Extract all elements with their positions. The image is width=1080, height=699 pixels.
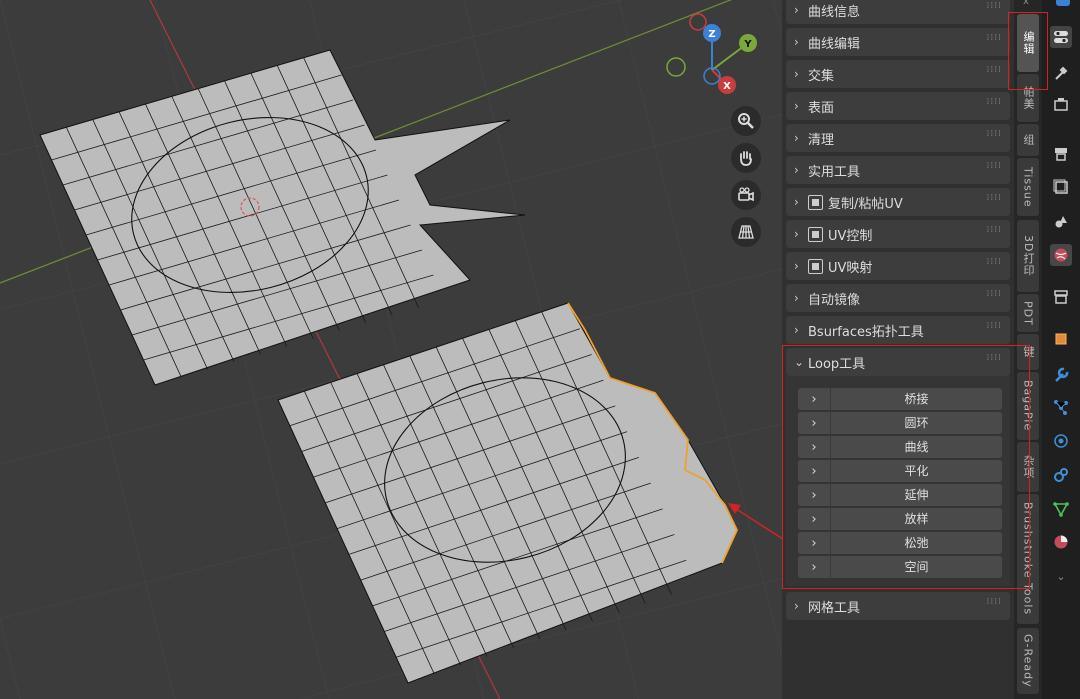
panel-label: 表面 [808,100,835,116]
view-layer-icon[interactable] [1052,178,1070,196]
highlight-box-loop-tools [782,345,1030,589]
uv-panel-icon [808,258,823,274]
chevron-right-icon: › [794,163,799,177]
chevron-down-icon[interactable]: ⌄ [1052,567,1070,585]
panel-header-5[interactable]: › 实用工具 ⁞⁞⁞⁞ [786,156,1010,184]
drag-grip-icon[interactable]: ⁞⁞⁞⁞ [987,98,1002,107]
panel-header-4[interactable]: › 清理 ⁞⁞⁞⁞ [786,124,1010,152]
panel-header-1[interactable]: › 曲线编辑 ⁞⁞⁞⁞ [786,28,1010,56]
sidebar-tab-4[interactable]: 3D打印 [1017,220,1039,292]
chevron-right-icon: › [794,131,799,145]
scene-icon[interactable] [1052,212,1070,230]
panel-header-6[interactable]: › 复制/粘帖UV ⁞⁞⁞⁞ [786,188,1010,216]
sidebar-tab-3[interactable]: Tissue [1017,158,1039,216]
camera-icon[interactable] [731,180,761,210]
physics-icon[interactable] [1052,432,1070,450]
highlight-box-edit-tab [1008,12,1048,90]
drag-grip-icon[interactable]: ⁞⁞⁞⁞ [987,194,1002,203]
panel-label: UV映射 [828,260,873,276]
drag-grip-icon[interactable]: ⁞⁞⁞⁞ [987,598,1002,607]
chevron-right-icon: › [794,599,799,613]
material-icon[interactable] [1052,533,1070,551]
chevron-right-icon: › [794,291,799,305]
panel-header-0[interactable]: › 曲线信息 ⁞⁞⁞⁞ [786,0,1010,24]
sidebar-tab-2[interactable]: 组 [1017,124,1039,156]
grid-perspective-icon[interactable] [731,217,761,247]
data-mesh-icon[interactable] [1052,500,1070,518]
panel-label: 清理 [808,132,835,148]
tool-settings-icon[interactable] [1050,26,1072,48]
drag-grip-icon[interactable]: ⁞⁞⁞⁞ [987,2,1002,11]
scene-canvas[interactable]: Z Y X [0,0,782,699]
chevron-right-icon: › [794,99,799,113]
chevron-right-icon: › [794,195,799,209]
uv-panel-icon [808,194,823,210]
particles-icon[interactable] [1052,398,1070,416]
object-icon[interactable] [1052,330,1070,348]
panel-header-3[interactable]: › 表面 ⁞⁞⁞⁞ [786,92,1010,120]
panel-header-10[interactable]: › Bsurfaces拓扑工具 ⁞⁞⁞⁞ [786,316,1010,344]
panel-label: 自动镜像 [808,292,861,308]
properties-tab-strip: ⌄ [1042,0,1080,699]
tool-icon[interactable] [1052,64,1070,82]
3d-viewport[interactable]: Z Y X [0,0,782,699]
active-indicator [1056,0,1070,6]
panel-header-2[interactable]: › 交集 ⁞⁞⁞⁞ [786,60,1010,88]
gizmo-x-label: X [723,81,731,92]
panel-label: 曲线编辑 [808,36,861,52]
uv-panel-icon [808,226,823,242]
output-icon[interactable] [1052,145,1070,163]
chevron-right-icon: › [794,259,799,273]
modifier-wrench-icon[interactable] [1052,366,1070,384]
drag-grip-icon[interactable]: ⁞⁞⁞⁞ [987,130,1002,139]
gizmo-z-label: Z [708,29,715,40]
panel-label: 网格工具 [808,600,861,616]
drag-grip-icon[interactable]: ⁞⁞⁞⁞ [987,162,1002,171]
chevron-right-icon: › [794,67,799,81]
drag-grip-icon[interactable]: ⁞⁞⁞⁞ [987,290,1002,299]
panel-label: 曲线信息 [808,4,861,20]
zoom-icon[interactable] [731,106,761,136]
panel-header-9[interactable]: › 自动镜像 ⁞⁞⁞⁞ [786,284,1010,312]
world-icon[interactable] [1050,244,1072,266]
panel-label: Bsurfaces拓扑工具 [808,324,924,340]
pan-hand-icon[interactable] [731,143,761,173]
chevron-right-icon: › [794,35,799,49]
gizmo-y-label: Y [743,39,752,50]
drag-grip-icon[interactable]: ⁞⁞⁞⁞ [987,226,1002,235]
panel-label: 交集 [808,68,835,84]
panel-label: 复制/粘帖UV [828,196,903,212]
collection-icon[interactable] [1052,288,1070,306]
chevron-right-icon: › [794,3,799,17]
strip-edge-mark: x [1023,0,1029,7]
sidebar-tab-10[interactable]: G-Ready [1017,628,1039,694]
constraints-icon[interactable] [1052,466,1070,484]
drag-grip-icon[interactable]: ⁞⁞⁞⁞ [987,34,1002,43]
panel-label: UV控制 [828,228,873,244]
drag-grip-icon[interactable]: ⁞⁞⁞⁞ [987,66,1002,75]
panel-header-mesh-tools[interactable]: › 网格工具 ⁞⁞⁞⁞ [786,592,1010,620]
render-icon[interactable] [1052,95,1070,113]
panel-header-7[interactable]: › UV控制 ⁞⁞⁞⁞ [786,220,1010,248]
drag-grip-icon[interactable]: ⁞⁞⁞⁞ [987,258,1002,267]
panel-label: 实用工具 [808,164,861,180]
panel-header-8[interactable]: › UV映射 ⁞⁞⁞⁞ [786,252,1010,280]
sidebar-tab-5[interactable]: PDT [1017,294,1039,332]
chevron-right-icon: › [794,323,799,337]
drag-grip-icon[interactable]: ⁞⁞⁞⁞ [987,322,1002,331]
chevron-right-icon: › [794,227,799,241]
